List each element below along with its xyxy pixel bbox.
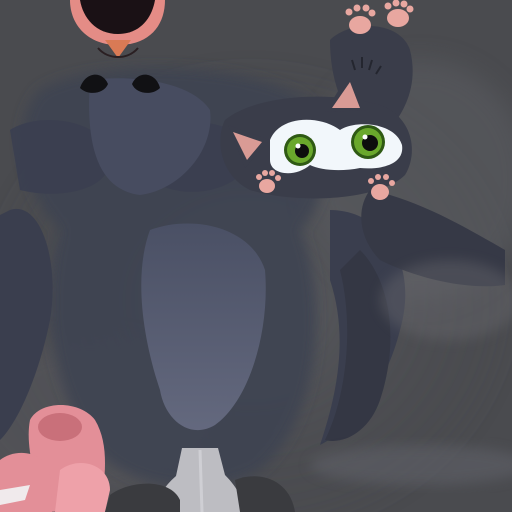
game-scene <box>0 0 512 512</box>
